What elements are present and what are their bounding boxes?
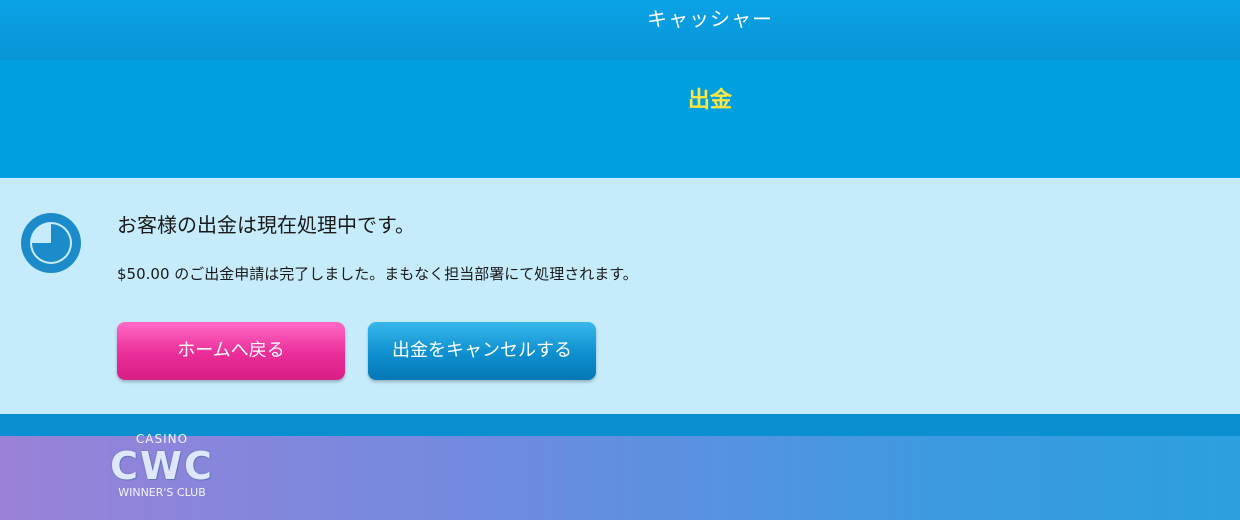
status-detail: $50.00 のご出金申請は完了しました。まもなく担当部署にて処理されます。	[117, 265, 638, 283]
page-title: キャッシャー	[647, 7, 773, 31]
section-title: 出金	[687, 88, 732, 113]
casino-logo: CASINO CWC WINNER'S CLUB	[100, 430, 224, 506]
back-home-button[interactable]: ホームへ戻る	[117, 322, 345, 380]
status-title: お客様の出金は現在処理中です。	[117, 213, 415, 237]
clock-icon	[21, 213, 81, 273]
cancel-withdrawal-button[interactable]: 出金をキャンセルする	[368, 322, 596, 380]
logo-main-text: CWC	[110, 444, 214, 488]
logo-sub-text: WINNER'S CLUB	[118, 486, 206, 499]
section-header	[0, 60, 1240, 178]
